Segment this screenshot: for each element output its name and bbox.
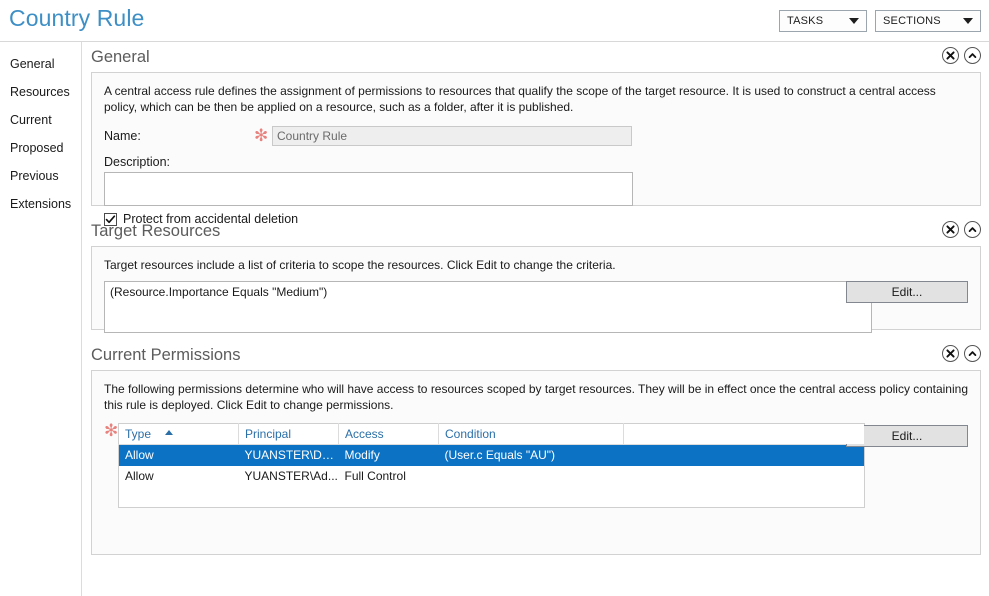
section-current-permissions-header: Current Permissions [83,340,989,370]
cell-extra [624,466,865,487]
close-icon[interactable] [942,47,959,64]
column-header-principal[interactable]: Principal [238,423,339,445]
sidebar-item-general[interactable]: General [0,50,81,78]
sections-dropdown-button[interactable]: SECTIONS [875,10,981,32]
current-permissions-description: The following permissions determine who … [104,382,968,412]
current-permissions-panel: The following permissions determine who … [91,370,981,555]
chevron-up-icon[interactable] [964,221,981,238]
sections-label: SECTIONS [883,15,941,27]
target-resources-description: Target resources include a list of crite… [104,258,616,272]
target-resources-criteria-box[interactable]: (Resource.Importance Equals "Medium") [104,281,872,333]
column-header-access[interactable]: Access [338,423,439,445]
target-resources-edit-button[interactable]: Edit... [846,281,968,303]
chevron-up-icon[interactable] [964,47,981,64]
sidebar-item-previous[interactable]: Previous [0,162,81,190]
target-resources-panel: Target resources include a list of crite… [91,246,981,333]
section-target-resources-header: Target Resources [83,216,989,246]
permissions-table-body: Allow YUANSTER\Do... Modify (User.c Equa… [118,444,865,508]
sidebar-item-current[interactable]: Current [0,106,81,134]
cell-type: Allow [118,444,239,466]
section-general-title: General [91,48,150,66]
name-label: Name: [104,129,141,143]
general-description: A central access rule defines the assign… [104,84,936,114]
sidebar-item-resources[interactable]: Resources [0,78,81,106]
page-title: Country Rule [9,5,145,31]
table-row[interactable]: Allow YUANSTER\Do... Modify (User.c Equa… [118,444,865,466]
sidebar-item-proposed[interactable]: Proposed [0,134,81,162]
sidebar-item-extensions[interactable]: Extensions [0,190,81,218]
chevron-up-icon[interactable] [964,345,981,362]
cell-access: Modify [338,444,439,466]
sort-ascending-icon [165,430,174,435]
name-input[interactable]: Country Rule [272,126,632,146]
cell-extra [623,444,865,466]
target-resources-criteria-row: (Resource.Importance Equals "Medium") Ed… [104,281,968,333]
titlebar-actions: TASKS SECTIONS [779,10,981,32]
permissions-grid-wrap: ✻ Edit... Type Principal Access Conditio… [104,421,968,508]
cell-condition: (User.c Equals "AU") [438,444,624,466]
cell-condition [439,466,624,487]
tasks-label: TASKS [787,15,824,27]
name-row: Name: ✻ Country Rule [104,126,968,146]
cell-access: Full Control [344,469,406,483]
column-header-type[interactable]: Type [118,423,239,445]
column-header-blank[interactable] [623,423,865,445]
page-body: General Resources Current Proposed Previ… [0,42,989,596]
permissions-table-header: Type Principal Access Condition [118,423,865,445]
general-panel: A central access rule defines the assign… [91,72,981,226]
cell-type: Allow [125,469,154,483]
section-target-resources: Target Resources Target resources includ… [83,216,989,333]
tasks-dropdown-button[interactable]: TASKS [779,10,867,32]
section-general-actions [942,47,981,64]
title-bar: Country Rule TASKS SECTIONS [0,0,989,42]
chevron-down-icon [963,18,973,24]
section-target-resources-actions [942,221,981,238]
section-general: General A central access rule defines th… [83,42,989,226]
section-target-resources-title: Target Resources [91,222,221,240]
column-header-condition[interactable]: Condition [438,423,624,445]
required-asterisk-icon: ✻ [104,421,119,441]
column-header-type-label: Type [125,427,152,441]
section-current-permissions-title: Current Permissions [91,346,241,364]
cell-principal: YUANSTER\Do... [238,444,339,466]
description-label: Description: [104,155,170,169]
table-empty-area [119,487,865,508]
table-header-row: Type Principal Access Condition [118,423,865,445]
close-icon[interactable] [942,221,959,238]
cell-principal: YUANSTER\Ad... [244,469,338,483]
content-area: General A central access rule defines th… [83,42,989,596]
sidebar-navigation: General Resources Current Proposed Previ… [0,42,82,596]
description-input[interactable] [104,172,633,206]
table-row[interactable]: Allow YUANSTER\Ad... Full Control [119,466,865,487]
close-icon[interactable] [942,345,959,362]
chevron-down-icon [849,18,859,24]
section-current-permissions: Current Permissions The following permis… [83,340,989,555]
permissions-table: Type Principal Access Condition Allow YU… [118,423,865,508]
section-general-header: General [83,42,989,72]
required-asterisk-icon: ✻ [254,126,269,146]
section-current-permissions-actions [942,345,981,362]
